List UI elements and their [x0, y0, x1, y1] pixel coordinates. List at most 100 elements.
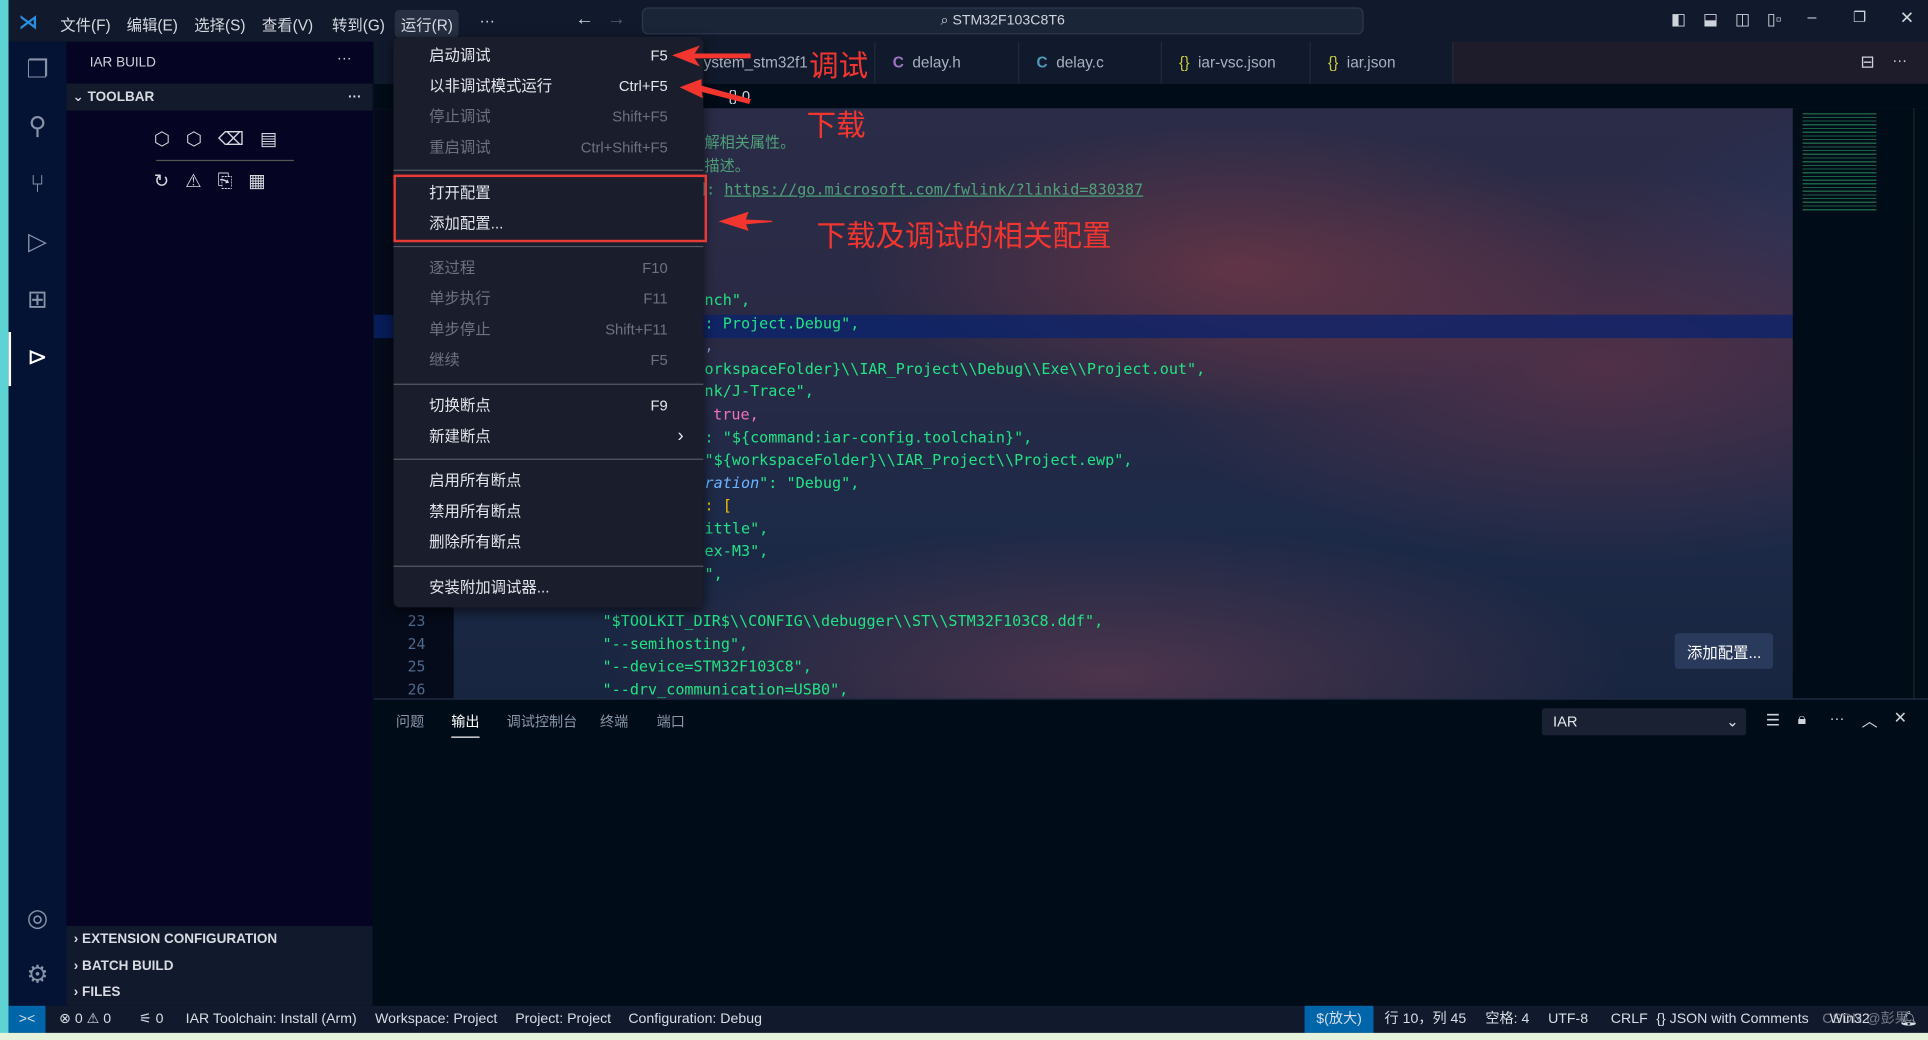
menu-item-start-debugging[interactable]: 启动调试 F5: [393, 41, 703, 71]
section-batch-build[interactable]: › BATCH BUILD: [66, 953, 372, 980]
split-editor-icon[interactable]: ⊟: [1860, 52, 1874, 73]
back-arrow-icon[interactable]: ←: [575, 9, 593, 30]
vertical-scrollbar[interactable]: [1913, 108, 1928, 699]
panel-tab-problems[interactable]: 问题: [396, 712, 424, 732]
analyze-icon[interactable]: ↻: [154, 171, 185, 192]
indentation-status[interactable]: 空格: 4: [1485, 1006, 1529, 1033]
minimap[interactable]: [1792, 108, 1914, 699]
toggle-secondary-sidebar-icon[interactable]: ◫: [1735, 10, 1750, 30]
code-line: ration": "Debug",: [704, 474, 860, 492]
encoding-status[interactable]: UTF-8: [1548, 1006, 1588, 1033]
menu-item-disable-all-breakpoints[interactable]: 禁用所有断点: [393, 497, 703, 527]
panel-tab-debug-console[interactable]: 调试控制台: [507, 712, 578, 732]
configuration-status[interactable]: Configuration: Debug: [628, 1006, 762, 1033]
command-center-search[interactable]: ⌕ STM32F103C8T6: [641, 7, 1364, 35]
remote-indicator-icon[interactable]: ><: [8, 1005, 46, 1033]
iar-build-icon[interactable]: ⊳: [21, 342, 54, 375]
tab-delay-c[interactable]: C delay.c: [1019, 41, 1162, 84]
minimize-icon[interactable]: –: [1808, 7, 1817, 25]
lock-icon[interactable]: 🔒︎: [1798, 709, 1807, 729]
code-line: orkspaceFolder}\\IAR_Project\\Debug\\Exe…: [704, 360, 1206, 378]
problems-indicator[interactable]: ⊗ 0 ⚠ 0: [59, 1006, 111, 1033]
editor-more-icon[interactable]: ···: [1892, 52, 1907, 69]
account-icon[interactable]: ◎: [21, 903, 54, 936]
extensions-icon[interactable]: ⊞: [21, 284, 54, 317]
json-icon: {}: [1656, 1011, 1666, 1027]
menu-item-install-debuggers[interactable]: 安装附加调试器...: [393, 573, 703, 603]
restore-icon[interactable]: ❐: [1853, 9, 1866, 26]
menu-go[interactable]: 转到(G): [326, 10, 391, 38]
menu-item-restart-debugging[interactable]: 重启调试 Ctrl+Shift+F5: [393, 133, 703, 163]
open-workbench-icon[interactable]: ▤: [260, 129, 293, 150]
code-line: "--device=STM32F103C8",: [602, 657, 812, 676]
panel-more-icon[interactable]: ···: [1830, 709, 1845, 726]
panel-tab-output[interactable]: 输出: [451, 712, 480, 738]
panel-tab-ports[interactable]: 端口: [657, 712, 685, 732]
ports-indicator[interactable]: ⚟ 0: [139, 1006, 163, 1033]
notifications-bell-icon[interactable]: 🔔︎: [1900, 1006, 1918, 1033]
menu-item-remove-all-breakpoints[interactable]: 删除所有断点: [393, 527, 703, 557]
clean-icon[interactable]: ⌫: [218, 129, 260, 150]
tab-delay-h[interactable]: C delay.h: [875, 41, 1020, 84]
section-label: TOOLBAR: [87, 89, 155, 105]
toolchain-status[interactable]: IAR Toolchain: Install (Arm): [186, 1006, 357, 1033]
report-icon[interactable]: ⎘: [218, 171, 249, 192]
search-icon[interactable]: ⚲: [21, 111, 54, 144]
json-file-icon: {}: [1327, 54, 1339, 72]
explorer-icon[interactable]: ❐: [21, 54, 54, 87]
menu-item-stop-debugging[interactable]: 停止调试 Shift+F5: [393, 102, 703, 132]
more-actions-icon[interactable]: ···: [348, 84, 362, 111]
toggle-sidebar-icon[interactable]: ◧: [1671, 10, 1686, 30]
menu-item-run-without-debugging[interactable]: 以非调试模式运行 Ctrl+F5: [393, 71, 703, 101]
close-panel-icon[interactable]: ✕: [1894, 708, 1907, 728]
sidebar-title: IAR BUILD: [89, 55, 156, 71]
tab-iar-vsc-json[interactable]: {} iar-vsc.json: [1161, 41, 1311, 84]
menu-separator: [393, 458, 704, 460]
run-debug-icon[interactable]: ▷: [21, 226, 54, 259]
menu-run[interactable]: 运行(R): [394, 9, 460, 39]
clear-output-icon[interactable]: ☰: [1766, 711, 1780, 731]
menu-item-step-out[interactable]: 单步停止 Shift+F11: [393, 315, 703, 345]
search-icon: ⌕: [940, 13, 953, 29]
panel-tab-terminal[interactable]: 终端: [600, 712, 628, 732]
menu-item-continue[interactable]: 继续 F5: [393, 346, 703, 376]
customize-layout-icon[interactable]: ▯▫: [1767, 10, 1781, 30]
build-icon[interactable]: ⬡: [154, 129, 186, 150]
cstat-icon[interactable]: ⚠: [185, 171, 218, 192]
menu-item-toggle-breakpoint[interactable]: 切换断点 F9: [393, 391, 703, 421]
menu-item-new-breakpoint[interactable]: 新建断点 ›: [393, 422, 703, 452]
settings-gear-icon[interactable]: ⚙: [21, 959, 54, 992]
menu-view[interactable]: 查看(V): [256, 10, 320, 38]
section-files[interactable]: › FILES: [66, 979, 372, 1006]
menu-item-step-over[interactable]: 逐过程 F10: [393, 253, 703, 283]
clear-report-icon[interactable]: ▦: [248, 171, 281, 192]
workspace-status[interactable]: Workspace: Project: [375, 1006, 497, 1033]
toggle-panel-icon[interactable]: ⬓: [1703, 10, 1718, 30]
menu-edit[interactable]: 编辑(E): [121, 10, 185, 38]
chevron-down-icon: ⌄: [1726, 713, 1739, 731]
menu-file[interactable]: 文件(F): [54, 10, 117, 38]
zoom-status[interactable]: $(放大): [1304, 1005, 1374, 1033]
menu-item-step-into[interactable]: 单步执行 F11: [393, 284, 703, 314]
menu-selection[interactable]: 选择(S): [188, 10, 252, 38]
activity-bar: ❐ ⚲ ⑂ ▷ ⊞ ⊳ ◎ ⚙: [8, 41, 67, 1006]
forward-arrow-icon[interactable]: →: [607, 9, 625, 30]
menu-more[interactable]: ···: [473, 10, 501, 32]
project-status[interactable]: Project: Project: [515, 1006, 611, 1033]
source-control-icon[interactable]: ⑂: [21, 168, 54, 201]
maximize-panel-icon[interactable]: ︿: [1862, 708, 1878, 731]
language-mode[interactable]: {} JSON with Comments: [1656, 1006, 1808, 1033]
eol-status[interactable]: CRLF: [1611, 1006, 1648, 1033]
more-actions-icon[interactable]: ···: [337, 49, 352, 66]
section-extension-configuration[interactable]: › EXTENSION CONFIGURATION: [66, 926, 372, 953]
menu-item-enable-all-breakpoints[interactable]: 启用所有断点: [393, 466, 703, 496]
vscode-logo-icon: ⋊: [18, 12, 39, 34]
chevron-right-icon: ›: [677, 425, 684, 447]
add-configuration-button[interactable]: 添加配置...: [1674, 633, 1774, 669]
close-window-icon[interactable]: ✕: [1900, 7, 1914, 28]
cursor-position[interactable]: 行 10，列 45: [1385, 1006, 1467, 1033]
output-channel-select[interactable]: IAR ⌄: [1541, 708, 1747, 736]
toolbar-section-header[interactable]: ⌄ TOOLBAR ···: [66, 83, 373, 111]
rebuild-icon[interactable]: ⬡: [186, 129, 218, 150]
tab-iar-json[interactable]: {} iar.json: [1310, 41, 1454, 84]
